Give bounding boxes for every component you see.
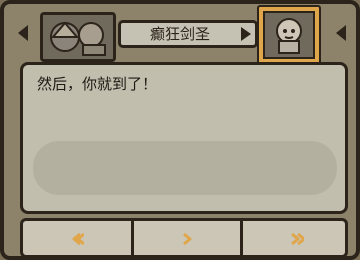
left-arrow-icon[interactable] bbox=[336, 25, 346, 41]
speaker-name: 癫狂剑圣 bbox=[149, 25, 210, 43]
dialog-text: 然后，你就到了！ bbox=[37, 75, 158, 93]
prev-button[interactable] bbox=[23, 221, 131, 255]
speaker-name-bar: 癫狂剑圣 bbox=[118, 20, 258, 48]
right-portrait bbox=[263, 11, 315, 59]
dialog-footer bbox=[20, 218, 348, 258]
skip-button[interactable] bbox=[243, 221, 351, 255]
left-portrait bbox=[40, 12, 116, 62]
chevron-right-icon bbox=[180, 231, 194, 246]
dialog-window: 癫狂剑圣 然后，你就到了！ bbox=[0, 0, 360, 260]
next-button[interactable] bbox=[134, 221, 240, 255]
portrait-art bbox=[265, 13, 313, 57]
dialog-inner-panel bbox=[33, 141, 337, 195]
portrait-art bbox=[43, 15, 113, 59]
right-arrow-icon[interactable] bbox=[241, 27, 251, 41]
double-chevron-right-icon bbox=[290, 231, 306, 246]
left-arrow-icon[interactable] bbox=[18, 25, 28, 41]
dialog-box: 然后，你就到了！ bbox=[20, 62, 348, 214]
chevron-left-icon bbox=[70, 231, 85, 246]
right-portrait-frame bbox=[257, 5, 321, 65]
